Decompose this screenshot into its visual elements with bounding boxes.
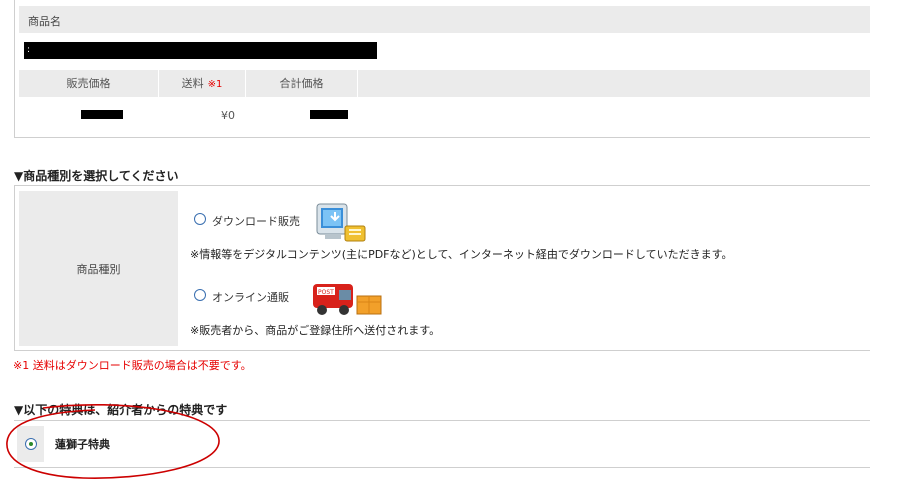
total-price-value-redacted bbox=[310, 110, 348, 119]
type-label-cell: 商品種別 bbox=[19, 191, 178, 346]
download-sale-label[interactable]: ダウンロード販売 bbox=[212, 213, 300, 229]
svg-text:POST: POST bbox=[318, 289, 334, 296]
shipping-footnote: ※1 送料はダウンロード販売の場合は不要です。 bbox=[13, 359, 252, 372]
sale-price-header: 販売価格 bbox=[19, 70, 159, 97]
annotation-circle bbox=[3, 400, 225, 482]
delivery-truck-icon: POST bbox=[309, 276, 385, 320]
product-name-value: : bbox=[24, 42, 377, 59]
shipping-value: ¥0 bbox=[221, 109, 235, 122]
shipping-footnote-mark: ※1 bbox=[207, 79, 223, 90]
online-sale-radio[interactable] bbox=[194, 289, 206, 301]
download-sale-note: ※情報等をデジタルコンテンツ(主にPDFなど)として、インターネット経由でダウン… bbox=[190, 248, 733, 261]
price-table-header: 販売価格 送料 ※1 合計価格 bbox=[19, 70, 870, 97]
computer-download-icon bbox=[311, 200, 369, 246]
download-sale-radio[interactable] bbox=[194, 213, 206, 225]
online-sale-note: ※販売者から、商品がご登録住所へ送付されます。 bbox=[190, 324, 441, 337]
sale-price-value-redacted bbox=[81, 110, 123, 119]
type-section-title: ▼商品種別を選択してください bbox=[14, 169, 179, 183]
shipping-header-label: 送料 bbox=[181, 77, 204, 90]
online-sale-label[interactable]: オンライン通販 bbox=[212, 289, 289, 305]
type-label: 商品種別 bbox=[76, 262, 121, 276]
total-price-header: 合計価格 bbox=[246, 70, 358, 97]
product-name-header: 商品名 bbox=[19, 6, 870, 33]
shipping-header: 送料 ※1 bbox=[159, 70, 246, 97]
